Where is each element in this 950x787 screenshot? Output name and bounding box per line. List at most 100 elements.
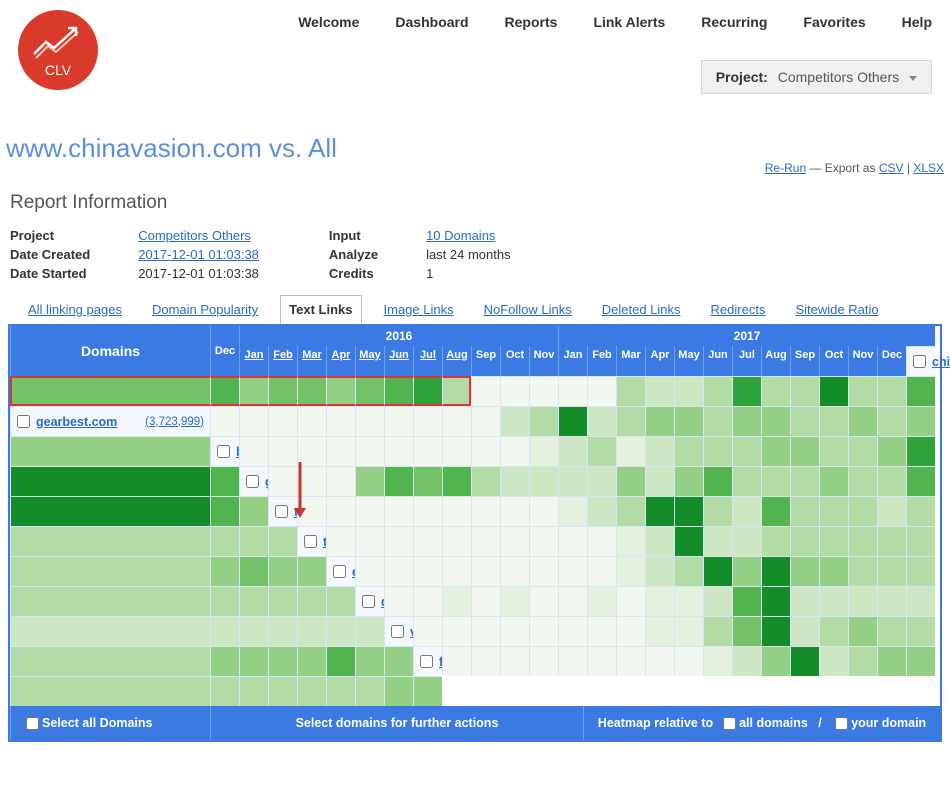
- heat-cell[interactable]: [587, 646, 616, 676]
- heat-cell[interactable]: [413, 586, 442, 616]
- heat-cell[interactable]: [529, 556, 558, 586]
- heat-cell[interactable]: [500, 586, 529, 616]
- heat-cell[interactable]: [268, 406, 297, 436]
- domain-count[interactable]: (3,723,999): [145, 416, 204, 428]
- heat-cell[interactable]: [848, 376, 877, 406]
- heat-cell[interactable]: [268, 526, 297, 556]
- heat-cell[interactable]: [790, 526, 819, 556]
- heat-cell[interactable]: [819, 646, 848, 676]
- heat-cell[interactable]: [645, 556, 674, 586]
- heat-cell[interactable]: [761, 466, 790, 496]
- heat-cell[interactable]: [645, 466, 674, 496]
- tab-deleted-links[interactable]: Deleted Links: [594, 296, 689, 323]
- heat-cell[interactable]: [616, 376, 645, 406]
- month-head[interactable]: May: [355, 346, 384, 376]
- heat-cell[interactable]: [790, 376, 819, 406]
- heat-cell[interactable]: [790, 556, 819, 586]
- heat-cell[interactable]: [906, 646, 935, 676]
- heat-cell[interactable]: [297, 556, 326, 586]
- heat-cell[interactable]: [761, 646, 790, 676]
- heat-cell[interactable]: [529, 616, 558, 646]
- logo[interactable]: CLV: [18, 10, 98, 90]
- heat-cell[interactable]: [558, 646, 587, 676]
- heat-cell[interactable]: [819, 436, 848, 466]
- heat-cell[interactable]: [558, 496, 587, 526]
- heat-cell[interactable]: [210, 676, 239, 706]
- heat-cell[interactable]: [413, 616, 442, 646]
- heat-cell[interactable]: [268, 376, 297, 406]
- heat-cell[interactable]: [384, 406, 413, 436]
- heat-cell[interactable]: [471, 586, 500, 616]
- heat-cell[interactable]: [239, 496, 268, 526]
- domain-name[interactable]: chinavasion.co…: [932, 355, 950, 369]
- heat-cell[interactable]: [210, 376, 239, 406]
- heat-cell[interactable]: [471, 526, 500, 556]
- heat-cell[interactable]: [877, 586, 906, 616]
- heat-cell[interactable]: [384, 436, 413, 466]
- heat-cell[interactable]: [10, 496, 210, 526]
- heat-cell[interactable]: [297, 616, 326, 646]
- heat-cell[interactable]: [645, 616, 674, 646]
- heat-cell[interactable]: [355, 646, 384, 676]
- heat-cell[interactable]: [413, 556, 442, 586]
- heat-cell[interactable]: [10, 436, 210, 466]
- heat-cell[interactable]: [790, 616, 819, 646]
- heat-cell[interactable]: [906, 496, 935, 526]
- project-selector[interactable]: Project: Competitors Others: [701, 60, 932, 94]
- heat-cell[interactable]: [790, 466, 819, 496]
- heat-cell[interactable]: [587, 466, 616, 496]
- heat-cell[interactable]: [558, 466, 587, 496]
- heat-cell[interactable]: [848, 466, 877, 496]
- heat-cell[interactable]: [297, 406, 326, 436]
- domain-checkbox[interactable]: [362, 595, 375, 608]
- heat-cell[interactable]: [848, 556, 877, 586]
- domain-checkbox[interactable]: [217, 445, 230, 458]
- export-csv-link[interactable]: CSV: [879, 161, 904, 175]
- heat-cell[interactable]: [616, 616, 645, 646]
- heat-cell[interactable]: [906, 526, 935, 556]
- heat-cell[interactable]: [703, 496, 732, 526]
- heat-cell[interactable]: [732, 436, 761, 466]
- heat-cell[interactable]: [384, 526, 413, 556]
- heat-cell[interactable]: [529, 406, 558, 436]
- heat-cell[interactable]: [616, 526, 645, 556]
- heat-cell[interactable]: [848, 436, 877, 466]
- heat-cell[interactable]: [268, 676, 297, 706]
- heat-cell[interactable]: [761, 436, 790, 466]
- heat-cell[interactable]: [326, 406, 355, 436]
- heat-cell[interactable]: [442, 496, 471, 526]
- heat-cell[interactable]: [210, 526, 239, 556]
- heat-cell[interactable]: [210, 646, 239, 676]
- heat-cell[interactable]: [239, 616, 268, 646]
- heat-cell[interactable]: [529, 526, 558, 556]
- heat-cell[interactable]: [645, 526, 674, 556]
- heat-cell[interactable]: [384, 496, 413, 526]
- heat-cell[interactable]: [413, 406, 442, 436]
- heat-cell[interactable]: [442, 526, 471, 556]
- heat-cell[interactable]: [558, 406, 587, 436]
- tab-image-links[interactable]: Image Links: [376, 296, 462, 323]
- heat-cell[interactable]: [355, 406, 384, 436]
- heat-cell[interactable]: [413, 376, 442, 406]
- heat-cell[interactable]: [703, 556, 732, 586]
- heat-cell[interactable]: [877, 436, 906, 466]
- heat-cell[interactable]: [500, 406, 529, 436]
- heat-cell[interactable]: [587, 616, 616, 646]
- heat-cell[interactable]: [732, 376, 761, 406]
- heat-cell[interactable]: [674, 466, 703, 496]
- heat-cell[interactable]: [297, 466, 326, 496]
- nav-welcome[interactable]: Welcome: [298, 14, 359, 30]
- heat-your-domain-checkbox[interactable]: [835, 717, 848, 730]
- heat-cell[interactable]: [268, 616, 297, 646]
- meta-value[interactable]: 10 Domains: [426, 228, 511, 243]
- heat-cell[interactable]: [790, 646, 819, 676]
- heat-cell[interactable]: [645, 436, 674, 466]
- heat-cell[interactable]: [761, 556, 790, 586]
- heat-cell[interactable]: [587, 526, 616, 556]
- heat-cell[interactable]: [355, 436, 384, 466]
- heat-cell[interactable]: [616, 496, 645, 526]
- heat-cell[interactable]: [442, 616, 471, 646]
- heat-cell[interactable]: [384, 556, 413, 586]
- heat-cell[interactable]: [529, 466, 558, 496]
- heat-cell[interactable]: [10, 616, 210, 646]
